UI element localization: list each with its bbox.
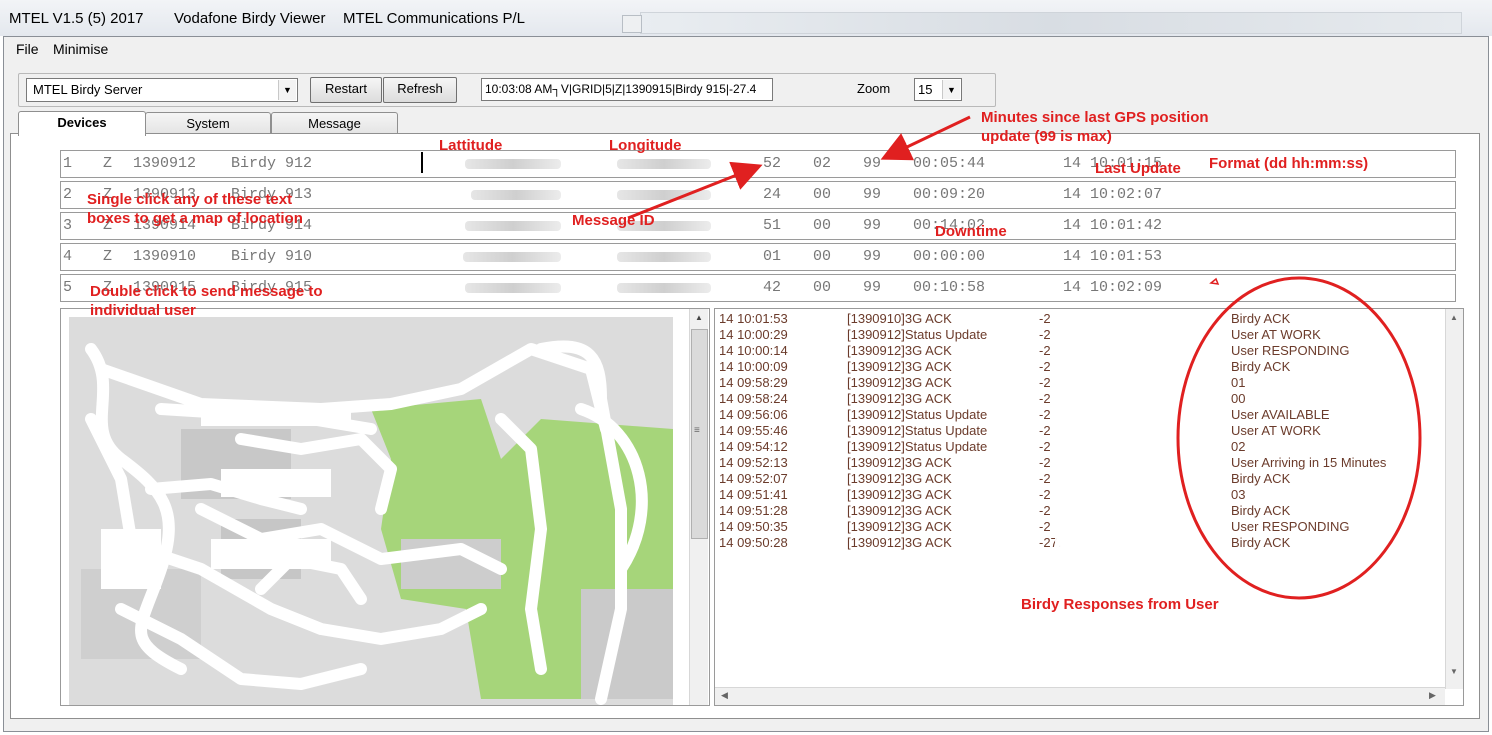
app-version: MTEL V1.5 (5) 2017 <box>9 10 144 27</box>
menu-file[interactable]: File <box>16 41 39 57</box>
message-id: 51 <box>763 217 782 234</box>
zoom-select-value: 15 <box>918 82 933 97</box>
tab-system[interactable]: System <box>145 112 271 134</box>
latitude-redacted <box>465 221 561 231</box>
restart-button[interactable]: Restart <box>310 77 382 103</box>
menu-bar: File Minimise <box>8 38 1484 60</box>
status-ticker-text: 10:03:08 AM┐V|GRID|5|Z|1390915|Birdy 915… <box>485 82 757 96</box>
device-id: 1390910 <box>133 248 197 265</box>
refresh-button[interactable]: Refresh <box>383 77 457 103</box>
grip-icon: ≡ <box>694 425 700 436</box>
device-row[interactable]: 4 Z 1390910 Birdy 910 01 00 99 00:00:00 … <box>60 243 1456 271</box>
downtime: 00:05:44 <box>913 155 986 172</box>
annotation-double-click-2: individual user <box>90 302 196 319</box>
tab-message[interactable]: Message <box>271 112 398 134</box>
latitude-redacted <box>463 252 561 262</box>
map-panel[interactable]: ▲ ≡ <box>60 308 710 706</box>
tab-devices[interactable]: Devices <box>18 111 146 136</box>
annotation-longitude: Longitude <box>609 137 682 154</box>
gps-minutes: 99 <box>863 248 882 265</box>
downtime: 00:00:00 <box>913 248 986 265</box>
map-image[interactable] <box>61 309 709 705</box>
longitude-redacted <box>617 159 711 169</box>
device-code: 00 <box>813 186 832 203</box>
annotation-downtime: Downtime <box>935 223 1007 240</box>
log-vscrollbar[interactable]: ▲ ▼ <box>1445 309 1463 689</box>
device-name: Birdy 910 <box>231 248 313 265</box>
annotation-message-id: Message ID <box>572 212 655 229</box>
zoom-select[interactable]: 15 ▼ <box>914 78 962 101</box>
menu-minimise[interactable]: Minimise <box>53 41 108 57</box>
annotation-single-click: Single click any of these text <box>87 191 293 208</box>
annotation-gps-minutes-2: update (99 is max) <box>981 128 1112 145</box>
downtime: 00:10:58 <box>913 279 986 296</box>
message-id: 01 <box>763 248 782 265</box>
message-id: 52 <box>763 155 782 172</box>
device-index: 3 <box>63 217 73 234</box>
scroll-left-icon[interactable]: ◀ <box>721 690 728 701</box>
longitude-redacted <box>617 190 711 200</box>
last-update: 14 10:02:09 <box>1063 279 1163 296</box>
coord-redaction <box>1055 311 1195 549</box>
gps-minutes: 99 <box>863 279 882 296</box>
response-log[interactable]: 14 10:01:53 [1390910]3G ACK -2 Birdy ACK 14… <box>714 308 1464 706</box>
background-window <box>640 12 1462 34</box>
device-index: 2 <box>63 186 73 203</box>
text-cursor <box>421 152 423 173</box>
annotation-single-click-2: boxes to get a map of location <box>87 210 303 227</box>
device-code: 00 <box>813 279 832 296</box>
device-name: Birdy 912 <box>231 155 313 172</box>
latitude-redacted <box>471 190 561 200</box>
device-grid: Z <box>103 248 113 265</box>
server-select-value: MTEL Birdy Server <box>33 82 143 97</box>
last-update: 14 10:01:42 <box>1063 217 1163 234</box>
device-code: 00 <box>813 248 832 265</box>
log-hscrollbar[interactable]: ◀ ▶ <box>715 687 1445 705</box>
message-id: 42 <box>763 279 782 296</box>
app-name: Vodafone Birdy Viewer <box>174 10 326 27</box>
company-name: MTEL Communications P/L <box>343 10 526 27</box>
scroll-down-icon[interactable]: ▼ <box>1450 667 1458 676</box>
device-index: 1 <box>63 155 73 172</box>
scroll-up-icon[interactable]: ▲ <box>1450 313 1458 322</box>
server-select[interactable]: MTEL Birdy Server ▼ <box>26 78 298 102</box>
device-id: 1390912 <box>133 155 197 172</box>
scroll-right-icon[interactable]: ▶ <box>1429 690 1436 701</box>
last-update: 14 10:01:53 <box>1063 248 1163 265</box>
device-code: 00 <box>813 217 832 234</box>
device-code: 02 <box>813 155 832 172</box>
downtime: 00:09:20 <box>913 186 986 203</box>
scroll-up-icon[interactable]: ▲ <box>695 313 703 322</box>
message-id: 24 <box>763 186 782 203</box>
annotation-birdy-responses: Birdy Responses from User <box>1021 596 1219 613</box>
chevron-down-icon[interactable]: ▼ <box>942 80 960 99</box>
gps-minutes: 99 <box>863 217 882 234</box>
device-grid: Z <box>103 155 113 172</box>
annotation-latitude: Lattitude <box>439 137 503 154</box>
device-index: 4 <box>63 248 73 265</box>
background-window-dropdown <box>622 15 642 33</box>
annotation-format: Format (dd hh:mm:ss) <box>1209 155 1369 172</box>
latitude-redacted <box>465 283 561 293</box>
map-scrollbar[interactable]: ▲ ≡ <box>689 309 708 705</box>
longitude-redacted <box>617 283 711 293</box>
annotation-double-click: Double click to send message to <box>90 283 323 300</box>
gps-minutes: 99 <box>863 155 882 172</box>
annotation-last-update: Last Update <box>1095 160 1181 177</box>
latitude-redacted <box>465 159 561 169</box>
zoom-label: Zoom <box>857 81 891 96</box>
device-index: 5 <box>63 279 73 296</box>
gps-minutes: 99 <box>863 186 882 203</box>
status-ticker: 10:03:08 AM┐V|GRID|5|Z|1390915|Birdy 915… <box>481 78 773 101</box>
chevron-down-icon[interactable]: ▼ <box>278 80 296 100</box>
annotation-gps-minutes: Minutes since last GPS position <box>981 109 1209 126</box>
longitude-redacted <box>617 252 711 262</box>
last-update: 14 10:02:07 <box>1063 186 1163 203</box>
